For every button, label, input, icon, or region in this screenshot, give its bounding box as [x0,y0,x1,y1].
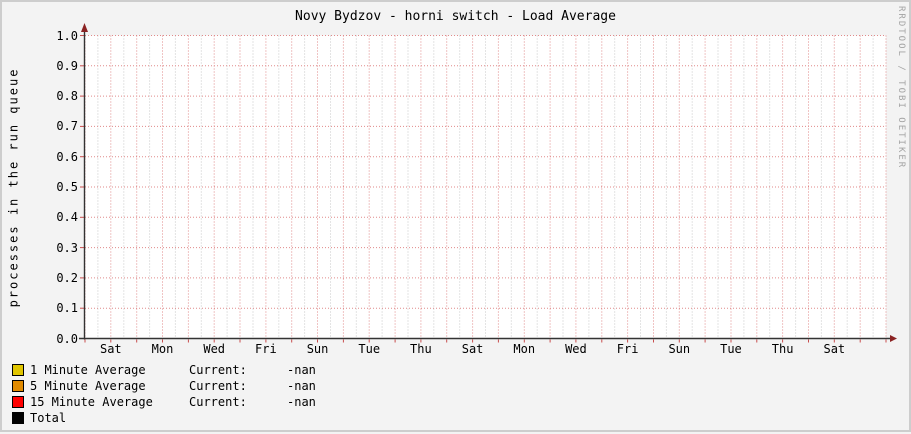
legend-label: Total [30,411,67,425]
y-tick-label: 0.6 [56,149,78,164]
legend-label: 1 Minute Average [30,363,146,377]
legend-current-value: -nan [287,395,316,409]
y-tick-label: 0.5 [56,180,78,194]
legend-swatch-1min [12,364,24,376]
x-tick-label: Sat [823,342,846,356]
x-tick-label: Sat [99,342,122,356]
legend-row-total: Total [12,410,316,426]
x-tick-label: Fri [616,342,639,356]
y-tick-label: 0.9 [56,58,78,73]
legend-current-value: -nan [287,379,316,393]
legend-swatch-total [12,412,24,424]
legend-swatch-5min [12,380,24,392]
y-tick-label: 0.3 [56,240,78,255]
y-tick-label: 0.1 [56,301,78,316]
x-tick-label: Wed [565,342,587,356]
legend-current-label: Current: [189,363,247,377]
x-tick-label: Sat [461,342,484,356]
x-tick-label: Tue [358,342,381,356]
legend-current-value: -nan [287,363,316,377]
x-tick-label: Wed [203,342,226,356]
x-tick-label: Mon [513,342,536,356]
x-tick-label: Mon [151,342,174,356]
x-tick-label: Sun [668,342,691,356]
x-tick-label: Thu [410,342,432,356]
legend-row-1min: 1 Minute Average Current: -nan [12,362,316,378]
legend-current-label: Current: [189,379,247,393]
x-tick-label: Thu [771,342,794,356]
y-tick-label: 1.0 [56,28,78,43]
rrdtool-graph-window: Novy Bydzov - horni switch - Load Averag… [0,0,911,432]
legend-swatch-15min [12,396,24,408]
legend: 1 Minute Average Current: -nan 5 Minute … [12,362,316,426]
y-tick-label: 0.2 [56,270,78,285]
legend-label: 5 Minute Average [30,379,146,393]
legend-row-5min: 5 Minute Average Current: -nan [12,378,316,394]
legend-label: 15 Minute Average [30,395,153,409]
y-tick-label: 0.0 [56,331,78,346]
y-tick-label: 0.8 [56,89,78,104]
x-tick-label: Fri [255,342,277,356]
x-tick-label: Sun [306,342,329,356]
legend-current-label: Current: [189,395,247,409]
legend-row-15min: 15 Minute Average Current: -nan [12,394,316,410]
y-tick-label: 0.4 [56,210,78,225]
x-tick-label: Tue [720,342,742,356]
y-tick-label: 0.7 [56,119,78,134]
